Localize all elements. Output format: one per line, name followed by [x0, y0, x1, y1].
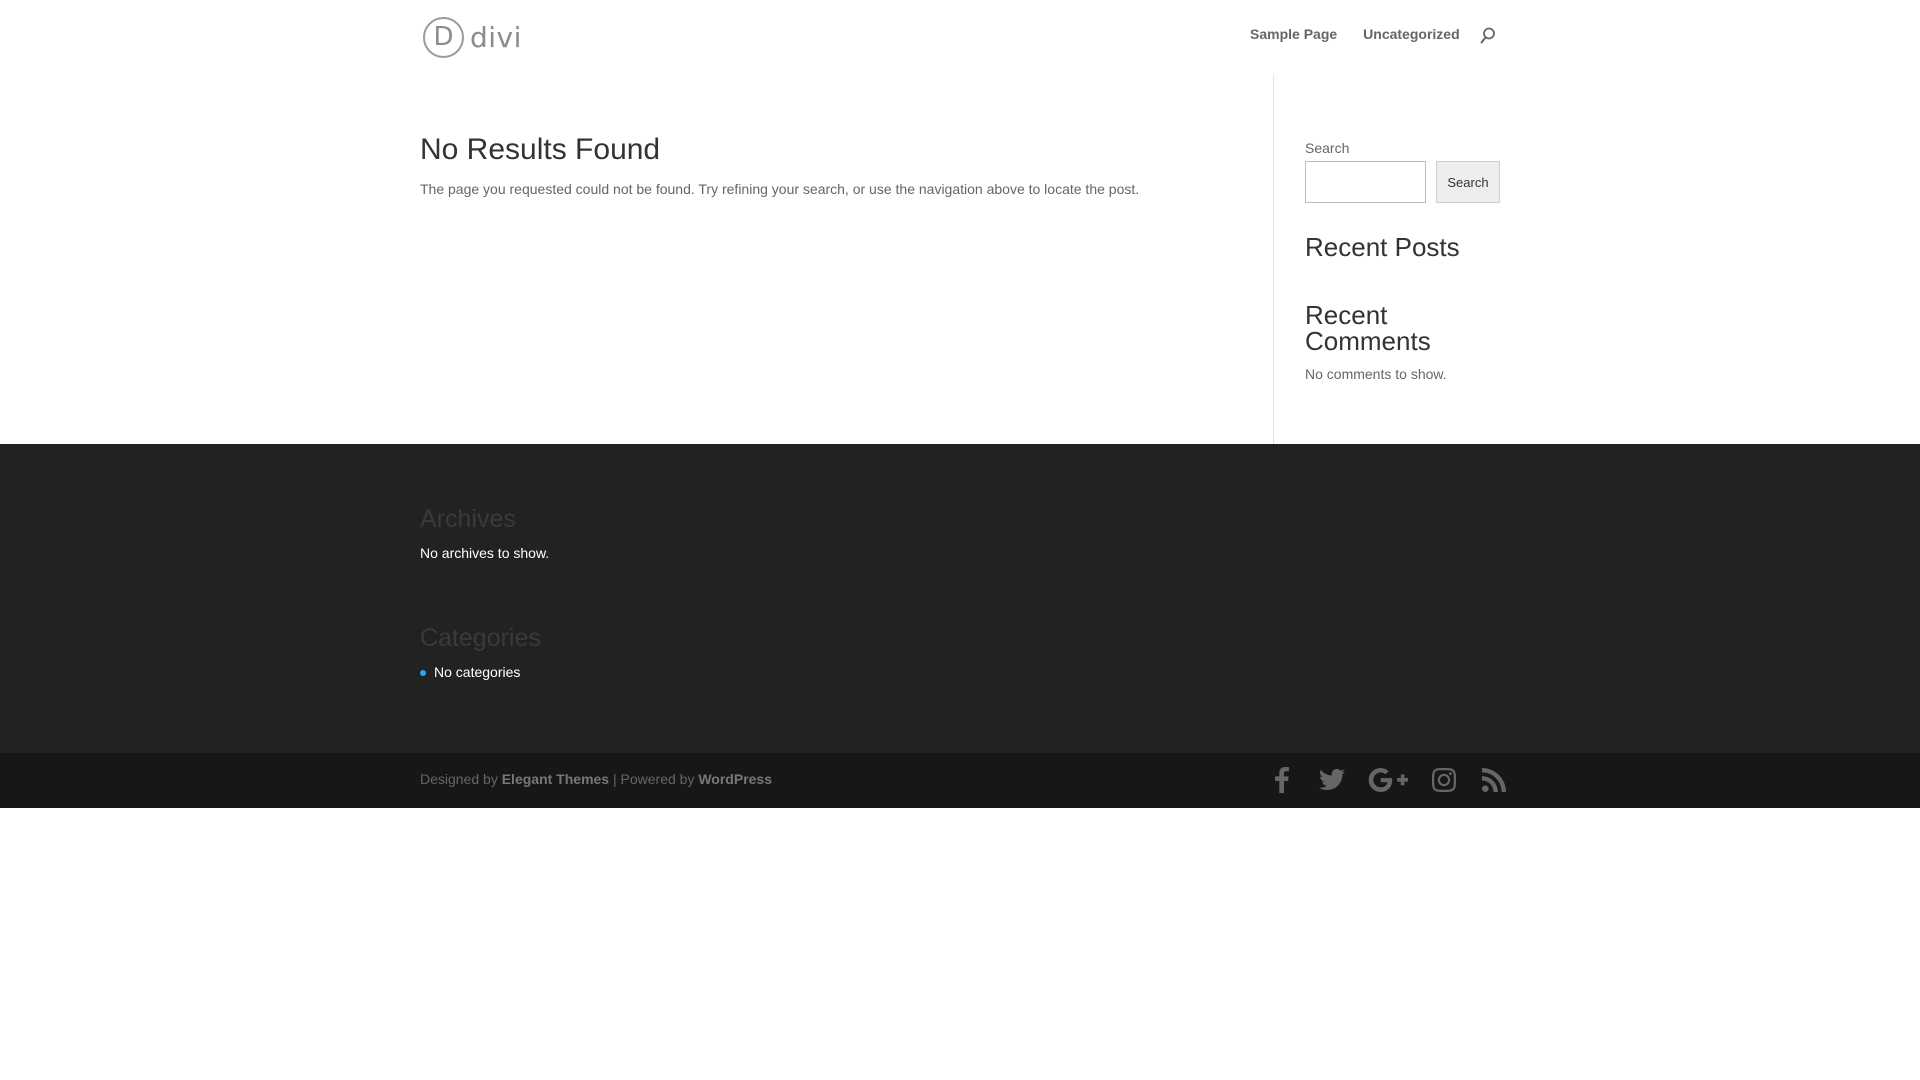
recent-posts-heading: Recent Posts	[1305, 232, 1460, 262]
search-input[interactable]	[1305, 161, 1426, 203]
nav-item-uncategorized[interactable]: Uncategorized	[1363, 26, 1459, 42]
footer-bottom-bar: Designed by Elegant Themes | Powered by …	[0, 753, 1920, 808]
categories-widget: Categories No categories	[420, 626, 541, 680]
credits-separator: | Powered by	[609, 771, 699, 787]
instagram-icon[interactable]	[1430, 766, 1458, 794]
site-logo[interactable]: D divi	[423, 16, 522, 58]
archives-heading: Archives	[420, 505, 516, 533]
sidebar-divider	[1273, 75, 1274, 444]
archives-widget: Archives No archives to show.	[420, 505, 550, 562]
footer-widgets: Archives No archives to show. Categories…	[0, 444, 1920, 753]
search-form: Search	[1305, 161, 1501, 203]
top-navigation: Sample Page Uncategorized	[1250, 26, 1460, 42]
logo-wordmark: divi	[470, 20, 522, 54]
search-icon[interactable]	[1480, 27, 1498, 45]
search-button[interactable]: Search	[1436, 161, 1500, 203]
search-label: Search	[1305, 140, 1350, 156]
logo-mark: D	[423, 16, 464, 58]
social-icons	[1268, 766, 1508, 794]
facebook-icon[interactable]	[1268, 766, 1296, 794]
categories-list: No categories	[420, 664, 541, 680]
wordpress-link[interactable]: WordPress	[698, 771, 772, 787]
no-comments-text: No comments to show.	[1305, 366, 1447, 382]
sidebar: Search Search Recent Posts Recent Commen…	[1305, 140, 1501, 382]
page-title: No Results Found	[420, 133, 661, 166]
footer-credits: Designed by Elegant Themes | Powered by …	[420, 771, 772, 787]
credits-designed-by: Designed by	[420, 771, 502, 787]
content-area: No Results Found The page you requested …	[420, 133, 1240, 200]
categories-empty-text: No categories	[434, 664, 521, 680]
not-found-message: The page you requested could not be foun…	[420, 181, 1140, 197]
rss-icon[interactable]	[1480, 766, 1508, 794]
bullet-icon	[420, 670, 426, 676]
archives-empty-text: No archives to show.	[420, 545, 550, 561]
categories-heading: Categories	[420, 624, 541, 652]
elegant-themes-link[interactable]: Elegant Themes	[502, 771, 609, 787]
site-header: D divi Sample Page Uncategorized	[0, 0, 1920, 75]
nav-item-sample-page[interactable]: Sample Page	[1250, 26, 1337, 42]
twitter-icon[interactable]	[1318, 766, 1346, 794]
main-area: No Results Found The page you requested …	[0, 75, 1920, 444]
google-plus-icon[interactable]	[1368, 766, 1408, 794]
list-item: No categories	[420, 664, 541, 680]
recent-comments-heading: Recent Comments	[1305, 300, 1431, 356]
